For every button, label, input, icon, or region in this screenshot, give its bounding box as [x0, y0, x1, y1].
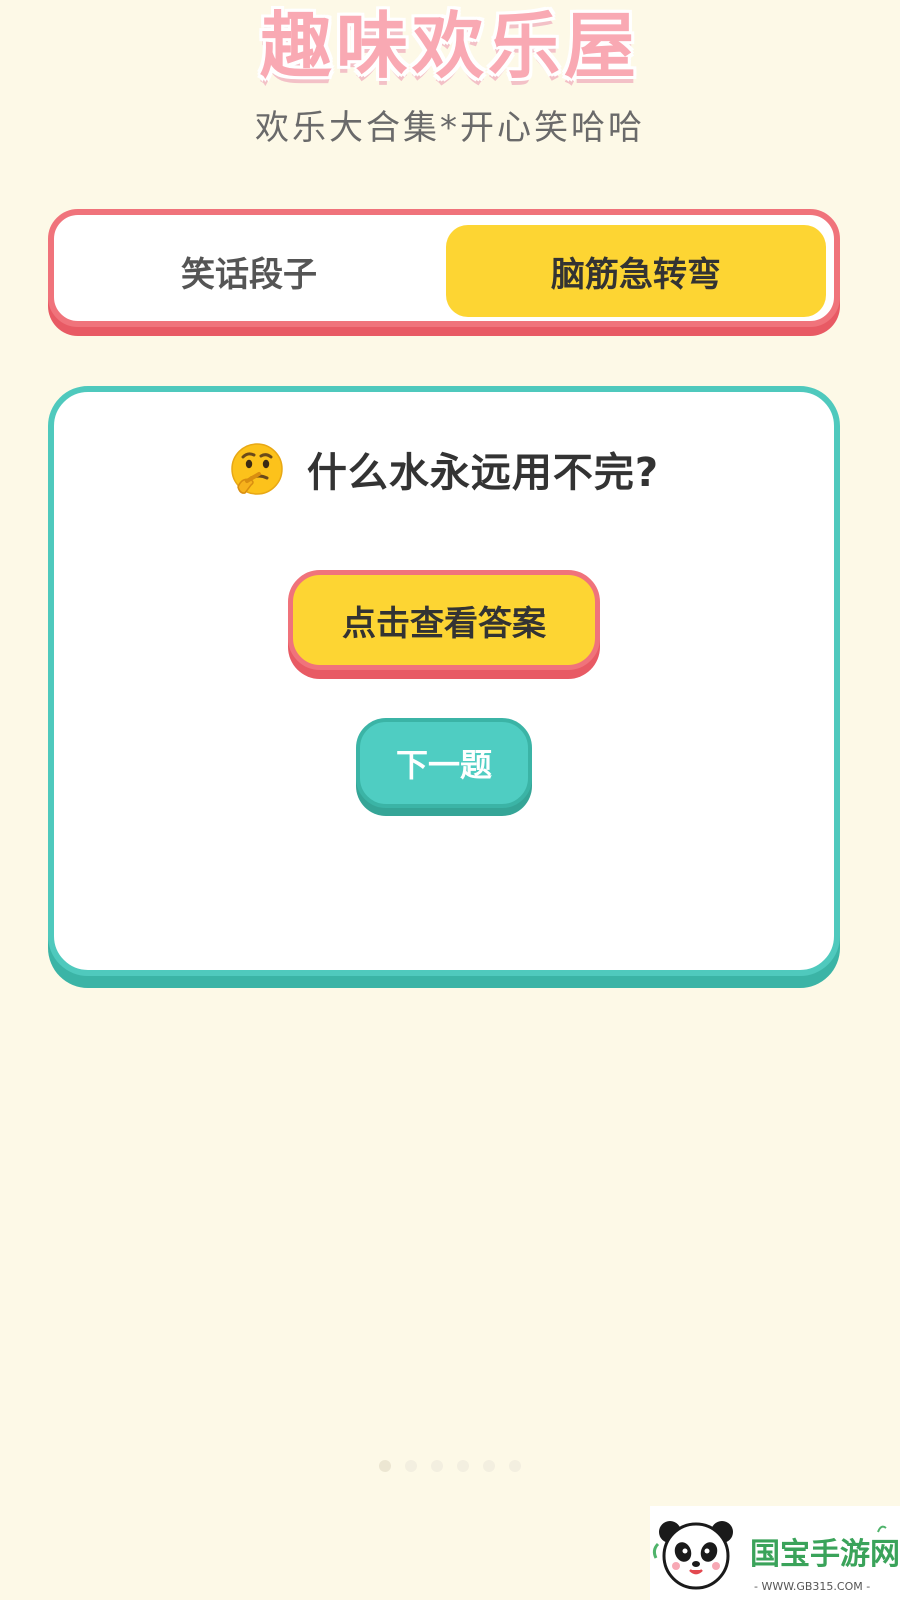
page-dot — [379, 1460, 391, 1472]
thinking-face-icon — [229, 441, 285, 497]
page-dot — [457, 1460, 469, 1472]
category-tabs: 笑话段子 脑筋急转弯 — [48, 209, 840, 327]
tab-riddles[interactable]: 脑筋急转弯 — [446, 225, 826, 317]
page-dot — [483, 1460, 495, 1472]
watermark-logo: 国宝手游网 - WWW.GB315.COM - — [650, 1506, 900, 1600]
app-title: 趣味欢乐屋 — [259, 4, 640, 88]
app-subtitle: 欢乐大合集*开心笑哈哈 — [255, 108, 645, 148]
svg-text:国宝手游网: 国宝手游网 — [750, 1537, 900, 1572]
show-answer-button[interactable]: 点击查看答案 — [288, 570, 600, 670]
page-dot — [405, 1460, 417, 1472]
page-indicator — [0, 1460, 900, 1472]
next-question-button[interactable]: 下一题 — [356, 718, 532, 808]
panda-icon — [652, 1521, 733, 1590]
page-dot — [431, 1460, 443, 1472]
question-row: 什么水永远用不完? — [54, 434, 834, 504]
page-dot — [509, 1460, 521, 1472]
question-text: 什么水永远用不完? — [306, 450, 660, 496]
tab-jokes[interactable]: 笑话段子 — [64, 225, 434, 317]
question-card: 什么水永远用不完? 点击查看答案 下一题 — [48, 386, 840, 976]
svg-text:- WWW.GB315.COM -: - WWW.GB315.COM - — [754, 1580, 870, 1593]
